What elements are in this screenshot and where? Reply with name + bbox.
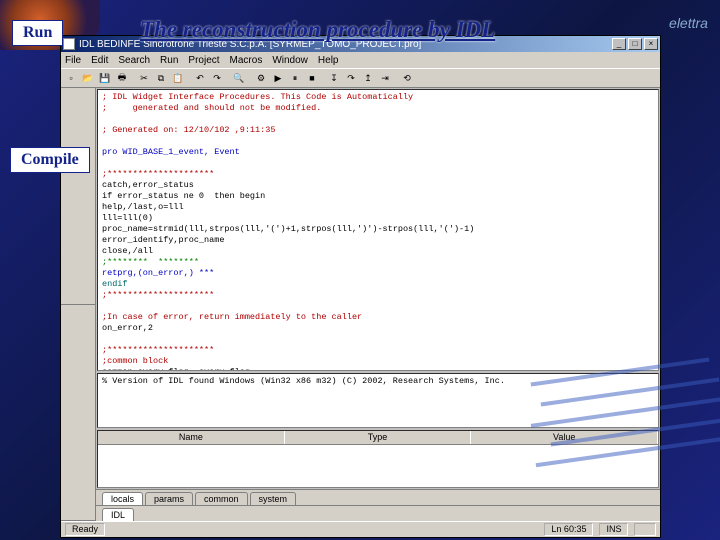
status-ready: Ready	[65, 523, 105, 536]
code-line: pro WID_BASE_1_event, Event	[102, 147, 654, 158]
status-line: Ln 60:35	[544, 523, 593, 536]
logo-text: elettra	[661, 5, 716, 40]
code-line: ;*********************	[102, 290, 654, 301]
open-file-icon[interactable]: 📂	[80, 70, 96, 86]
cut-icon[interactable]: ✂	[136, 70, 152, 86]
variables-header: Name Type Value	[98, 431, 658, 445]
code-line: close,/all	[102, 246, 654, 257]
code-line: ; Generated on: 12/10/102 ,9:11:35	[102, 125, 654, 136]
paste-icon[interactable]: 📋	[170, 70, 186, 86]
pause-icon[interactable]: ⏸	[287, 70, 303, 86]
new-file-icon[interactable]: ▫	[63, 70, 79, 86]
col-name[interactable]: Name	[98, 431, 285, 444]
undo-icon[interactable]: ↶	[192, 70, 208, 86]
print-icon[interactable]: 🖶	[114, 70, 130, 86]
ide-menubar: File Edit Search Run Project Macros Window Help	[61, 52, 660, 68]
stop-icon[interactable]: ■	[304, 70, 320, 86]
vars-tabs: localsparamscommonsystem	[96, 489, 660, 505]
compile-icon[interactable]: ⚙	[253, 70, 269, 86]
menu-run[interactable]: Run	[160, 55, 178, 66]
tab-system[interactable]: system	[250, 492, 297, 505]
close-button[interactable]: ×	[644, 38, 658, 50]
step-into-icon[interactable]: ↧	[326, 70, 342, 86]
menu-edit[interactable]: Edit	[91, 55, 108, 66]
code-line: lll=lll(0)	[102, 213, 654, 224]
tab-common[interactable]: common	[195, 492, 248, 505]
code-line: retprg,(on_error,) ***	[102, 268, 654, 279]
col-value[interactable]: Value	[471, 431, 658, 444]
find-icon[interactable]: 🔍	[231, 70, 247, 86]
code-line: on_error,2	[102, 323, 654, 334]
sidebar-tab[interactable]	[61, 88, 95, 305]
code-line: error_identify,proc_name	[102, 235, 654, 246]
callout-compile: Compile	[10, 147, 90, 173]
code-line	[102, 301, 654, 312]
tab-idl[interactable]: IDL	[102, 508, 134, 521]
code-editor[interactable]: ; IDL Widget Interface Procedures. This …	[97, 89, 659, 371]
ide-toolbar: ▫📂💾🖶✂⧉📋↶↷🔍⚙▶⏸■↧↷↥⇥⟲	[61, 68, 660, 88]
code-line: help,/last,o=lll	[102, 202, 654, 213]
console-tabs: IDL	[96, 505, 660, 521]
step-out-icon[interactable]: ↥	[360, 70, 376, 86]
code-line: ;*********************	[102, 169, 654, 180]
sidebar-tab[interactable]	[61, 305, 95, 522]
code-line: catch,error_status	[102, 180, 654, 191]
output-text: % Version of IDL found Windows (Win32 x8…	[102, 376, 505, 386]
code-line	[102, 334, 654, 345]
code-line	[102, 158, 654, 169]
minimize-button[interactable]: _	[612, 38, 626, 50]
run-to-icon[interactable]: ⇥	[377, 70, 393, 86]
code-line: ; IDL Widget Interface Procedures. This …	[102, 92, 654, 103]
step-over-icon[interactable]: ↷	[343, 70, 359, 86]
app-icon	[63, 38, 75, 50]
code-line	[102, 114, 654, 125]
menu-project[interactable]: Project	[188, 55, 219, 66]
status-ins: INS	[599, 523, 628, 536]
variables-pane: Name Type Value	[97, 430, 659, 488]
code-line: endif	[102, 279, 654, 290]
code-line: ;******** ********	[102, 257, 654, 268]
tab-params[interactable]: params	[145, 492, 193, 505]
statusbar: Ready Ln 60:35 INS	[61, 521, 660, 537]
save-icon[interactable]: 💾	[97, 70, 113, 86]
code-line	[102, 136, 654, 147]
redo-icon[interactable]: ↷	[209, 70, 225, 86]
slide-title: The reconstruction procedure by IDL	[140, 17, 495, 43]
run-icon[interactable]: ▶	[270, 70, 286, 86]
tab-locals[interactable]: locals	[102, 492, 143, 505]
code-line: ;In case of error, return immediately to…	[102, 312, 654, 323]
col-type[interactable]: Type	[285, 431, 472, 444]
code-line: ;*********************	[102, 345, 654, 356]
menu-help[interactable]: Help	[318, 55, 339, 66]
copy-icon[interactable]: ⧉	[153, 70, 169, 86]
menu-file[interactable]: File	[65, 55, 81, 66]
code-line: proc_name=strmid(lll,strpos(lll,'(')+1,s…	[102, 224, 654, 235]
output-console[interactable]: % Version of IDL found Windows (Win32 x8…	[97, 373, 659, 428]
maximize-button[interactable]: □	[628, 38, 642, 50]
menu-search[interactable]: Search	[118, 55, 150, 66]
code-line: ; generated and should not be modified.	[102, 103, 654, 114]
code-line: if error_status ne 0 then begin	[102, 191, 654, 202]
code-line: ;common block	[102, 356, 654, 367]
variables-body[interactable]	[98, 445, 658, 487]
ide-window: IDL BEDINFE Sincrotrone Trieste S.C.p.A.…	[60, 35, 661, 538]
callout-run: Run	[12, 20, 63, 46]
menu-window[interactable]: Window	[272, 55, 308, 66]
status-empty	[634, 523, 656, 536]
menu-macros[interactable]: Macros	[230, 55, 263, 66]
reset-icon[interactable]: ⟲	[399, 70, 415, 86]
code-line: common every_flag, every_flag	[102, 367, 654, 371]
